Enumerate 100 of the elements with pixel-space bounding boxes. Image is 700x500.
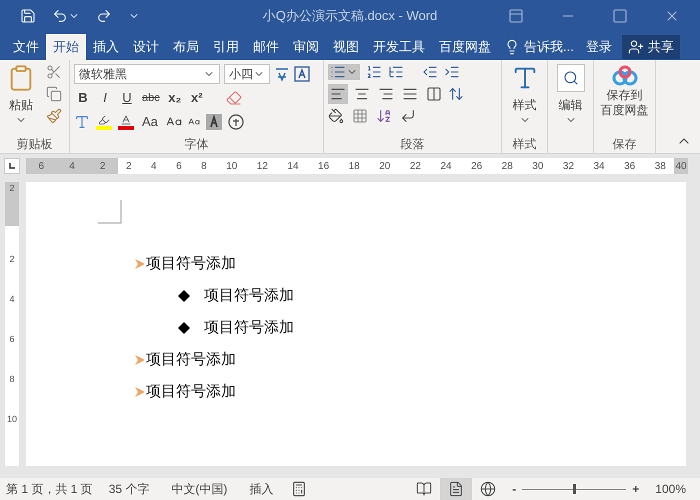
zoom-out-button[interactable]: - <box>510 480 518 498</box>
ruler-number: 16 <box>318 160 330 174</box>
cloud-logo-icon <box>610 64 638 88</box>
phonetic-guide-icon[interactable] <box>274 66 290 82</box>
format-button[interactable]: x² <box>188 88 206 108</box>
list-item-text: 项目符号添加 <box>204 286 294 306</box>
ribbon-tab[interactable]: 审阅 <box>286 34 326 60</box>
ribbon-tab[interactable]: 百度网盘 <box>432 34 498 60</box>
font-size-field[interactable]: 小四 <box>224 64 270 84</box>
alignment-button[interactable] <box>328 84 348 104</box>
ruler-number: 38 <box>654 160 666 174</box>
borders-icon[interactable] <box>352 108 368 124</box>
diamond-bullet-icon <box>178 322 190 334</box>
font-color-icon[interactable] <box>118 114 134 130</box>
ruler-number: 12 <box>256 160 268 174</box>
zoom-in-button[interactable]: + <box>630 480 642 498</box>
ribbon-tab[interactable]: 开发工具 <box>366 34 432 60</box>
ruler-number: 8 <box>9 374 14 384</box>
ruler-number: 6 <box>38 160 44 174</box>
ribbon-tab[interactable]: 设计 <box>126 34 166 60</box>
paragraph-mark-icon[interactable] <box>400 108 416 124</box>
multilevel-list-icon[interactable] <box>388 64 404 80</box>
ruler-number: 34 <box>594 160 605 174</box>
format-button[interactable]: B <box>74 88 92 108</box>
character-border-icon[interactable] <box>294 66 310 82</box>
font-name-field[interactable]: 微软雅黑 <box>74 64 220 84</box>
ruler-number: 6 <box>176 160 182 174</box>
group-label: 段落 <box>400 137 424 153</box>
group-label: 保存 <box>612 137 636 153</box>
format-button[interactable]: U <box>118 88 136 108</box>
save-icon[interactable] <box>20 8 36 24</box>
list-item-text: 项目符号添加 <box>204 318 294 338</box>
ruler-number: 2 <box>9 254 14 264</box>
increase-indent-icon[interactable] <box>444 64 460 80</box>
undo-icon[interactable] <box>52 8 68 24</box>
change-case-button[interactable]: Aa <box>140 112 160 132</box>
format-painter-icon[interactable] <box>46 108 62 124</box>
ruler-number: 28 <box>502 160 513 174</box>
ruler-number: 26 <box>471 160 482 174</box>
editing-button[interactable]: 编辑 <box>552 64 589 137</box>
ribbon-tab[interactable]: 邮件 <box>246 34 286 60</box>
ribbon-display-icon[interactable] <box>508 8 524 24</box>
book-icon <box>416 481 432 497</box>
ruler-number: 10 <box>226 160 238 174</box>
list-item-text: 项目符号添加 <box>146 350 236 370</box>
ruler-number: 4 <box>9 294 14 304</box>
view-button[interactable] <box>440 478 472 500</box>
format-button[interactable]: I <box>96 88 114 108</box>
ruler-number: 22 <box>410 160 421 174</box>
ribbon-tab[interactable]: 文件 <box>6 34 46 60</box>
arrow-bullet-icon <box>134 354 146 366</box>
ribbon-tab[interactable]: 引用 <box>206 34 246 60</box>
zoom-slider[interactable] <box>522 484 626 494</box>
zoom-slider-thumb[interactable] <box>573 484 576 494</box>
cut-icon[interactable] <box>46 64 62 80</box>
line-spacing-icon[interactable] <box>448 86 464 102</box>
person-icon[interactable] <box>628 39 644 55</box>
group-label: 剪贴板 <box>16 137 52 153</box>
ribbon-tab[interactable]: 视图 <box>326 34 366 60</box>
language-indicator: 中文(中国) <box>171 481 228 498</box>
margin-corner-mark <box>98 200 122 224</box>
bullets-button[interactable] <box>328 64 360 80</box>
tell-me-button[interactable]: 告诉我... <box>498 34 580 60</box>
share-button[interactable]: 共享 <box>622 35 680 59</box>
ruler-number: 40 <box>675 160 687 174</box>
ruler-number: 24 <box>440 160 452 174</box>
ruler-number: 10 <box>6 414 17 424</box>
highlighter-icon[interactable] <box>96 114 112 130</box>
save-to-cloud-button[interactable]: 保存到 百度网盘 <box>598 64 651 137</box>
window-title: 小Q办公演示文稿.docx - Word <box>262 7 438 26</box>
ribbon-tab[interactable]: 插入 <box>86 34 126 60</box>
text-effects-icon[interactable] <box>74 114 90 130</box>
maximize-icon[interactable] <box>612 8 628 24</box>
align-right-icon <box>378 86 394 102</box>
insert-mode-indicator: 插入 <box>249 481 274 498</box>
tab-selector[interactable] <box>4 158 20 174</box>
copy-icon[interactable] <box>46 86 62 102</box>
redo-icon[interactable] <box>96 8 112 24</box>
format-button[interactable]: abc <box>140 88 162 108</box>
ruler-number: 4 <box>151 160 157 174</box>
align-distributed-icon <box>426 86 442 102</box>
sign-in-link[interactable]: 登录 <box>580 34 618 60</box>
sort-icon[interactable] <box>376 108 392 124</box>
paste-button[interactable]: 粘贴 <box>4 64 38 137</box>
zoom-level: 100% <box>655 481 686 498</box>
eraser-icon[interactable] <box>226 90 242 106</box>
align-left-icon <box>330 86 346 102</box>
list-item-text: 项目符号添加 <box>146 254 236 274</box>
decrease-indent-icon[interactable] <box>422 64 438 80</box>
ruler-number: 2 <box>126 160 132 174</box>
enclose-character-icon[interactable] <box>228 114 244 130</box>
format-button[interactable]: x₂ <box>166 88 184 108</box>
align-justify-icon <box>402 86 418 102</box>
character-shading-icon[interactable] <box>206 114 222 130</box>
numbered-list-icon[interactable] <box>366 64 382 80</box>
shading-icon[interactable] <box>328 108 344 124</box>
ruler-number: 2 <box>9 182 14 195</box>
ribbon-tab[interactable]: 开始 <box>46 34 86 60</box>
ribbon-tab[interactable]: 布局 <box>166 34 206 60</box>
styles-button[interactable]: 样式 <box>506 64 543 137</box>
